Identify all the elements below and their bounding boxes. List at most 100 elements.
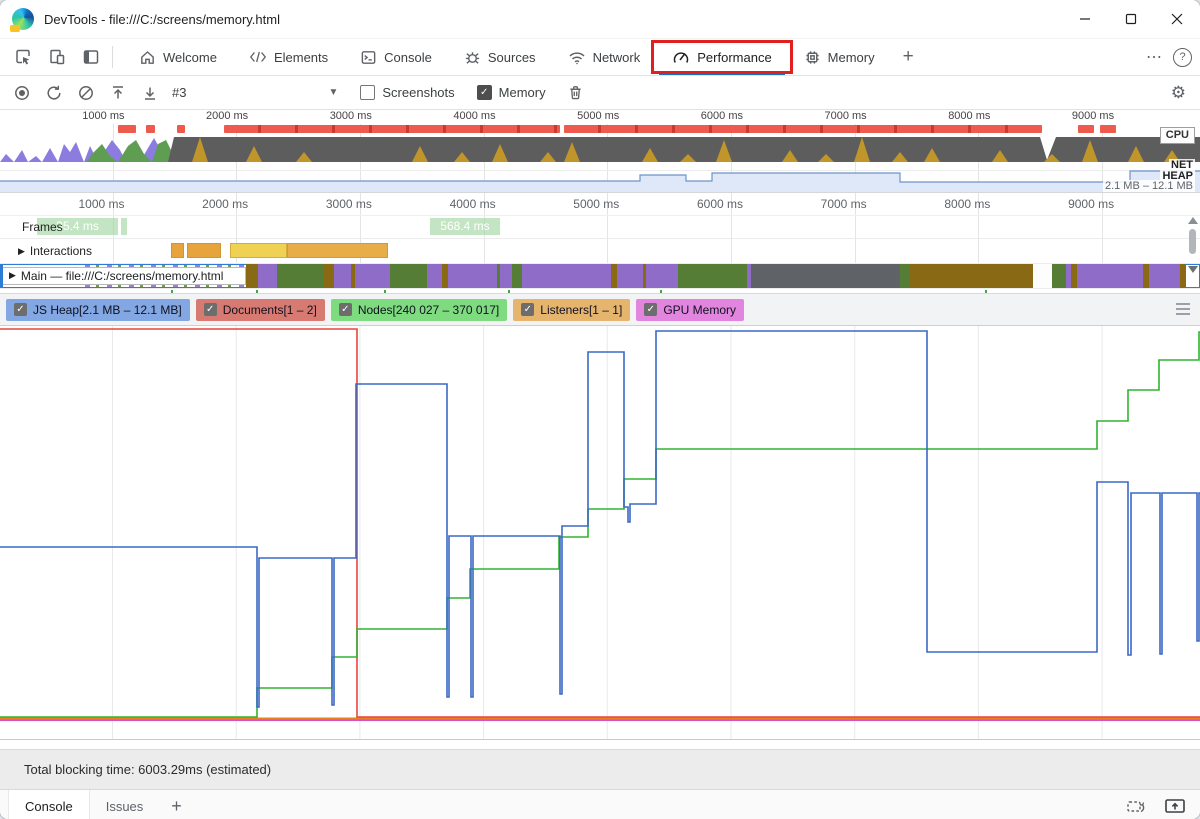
- legend-item-js-heap[interactable]: ✓ JS Heap[2.1 MB – 12.1 MB]: [6, 298, 190, 321]
- scroll-up-icon[interactable]: [1187, 217, 1198, 224]
- ruler-tick: 4000 ms: [449, 197, 496, 211]
- flame-event[interactable]: [246, 264, 258, 288]
- legend-label: GPU Memory: [663, 302, 737, 317]
- tab-label: Memory: [827, 49, 875, 65]
- expand-drawer-icon[interactable]: [1164, 797, 1186, 815]
- legend-checkbox[interactable]: ✓: [14, 303, 27, 316]
- chevron-down-icon[interactable]: ▼: [328, 87, 338, 98]
- inspect-element-icon[interactable]: [6, 42, 40, 72]
- legend-menu-icon[interactable]: [1176, 303, 1190, 318]
- flame-event[interactable]: [1033, 264, 1052, 288]
- help-button[interactable]: ?: [1173, 47, 1192, 67]
- tracks-scrollbar[interactable]: [1186, 215, 1199, 285]
- clear-recording-button[interactable]: [70, 79, 102, 107]
- load-profile-button[interactable]: [102, 79, 134, 107]
- memory-checkbox[interactable]: ✓ Memory: [476, 85, 546, 100]
- legend-item-documents[interactable]: ✓ Documents[1 – 2]: [195, 298, 325, 321]
- flame-event[interactable]: [678, 264, 747, 288]
- flame-event[interactable]: [1077, 264, 1143, 288]
- more-options-button[interactable]: ⋯: [1146, 47, 1163, 67]
- close-button[interactable]: [1154, 0, 1200, 38]
- legend-item-listeners[interactable]: ✓ Listeners[1 – 1]: [513, 298, 631, 321]
- flame-event[interactable]: [390, 264, 427, 288]
- flame-event[interactable]: [277, 264, 324, 288]
- flame-event[interactable]: [427, 264, 442, 288]
- legend-checkbox[interactable]: ✓: [338, 303, 352, 316]
- flame-event[interactable]: [1052, 264, 1066, 288]
- minimize-button[interactable]: [1062, 0, 1108, 38]
- ruler-tick: 3000 ms: [325, 197, 372, 211]
- flame-event[interactable]: [500, 264, 512, 288]
- tab-sources[interactable]: Sources: [448, 39, 552, 75]
- flame-event[interactable]: [910, 264, 1033, 288]
- main-thread-track[interactable]: ▶ Main — file:///C:/screens/memory.html: [0, 264, 1200, 289]
- drawer-tab-console[interactable]: Console: [8, 790, 90, 819]
- legend-checkbox[interactable]: ✓: [203, 303, 217, 316]
- emulation-reset-icon[interactable]: [1126, 798, 1146, 815]
- flame-event[interactable]: [900, 264, 910, 288]
- legend-item-gpu[interactable]: ✓ GPU Memory: [636, 298, 745, 321]
- flame-event[interactable]: [334, 264, 351, 288]
- devtools-tab-bar: Welcome Elements Console Sources Network…: [0, 38, 1200, 76]
- checkbox-unchecked-icon[interactable]: [360, 85, 376, 100]
- device-emulation-icon[interactable]: [40, 42, 74, 72]
- performance-gauge-icon: [672, 49, 690, 65]
- tab-memory[interactable]: Memory: [788, 39, 891, 75]
- main-track-label: Main — file:///C:/screens/memory.html: [20, 269, 224, 283]
- memory-counters-chart[interactable]: [0, 326, 1200, 740]
- interactions-track-label: Interactions: [29, 244, 92, 258]
- checkbox-checked-icon[interactable]: ✓: [476, 85, 492, 100]
- legend-checkbox[interactable]: ✓: [644, 303, 658, 316]
- legend-item-nodes[interactable]: ✓ Nodes[240 027 – 370 017]: [330, 298, 508, 321]
- capture-settings-gear-icon[interactable]: ⚙: [1171, 83, 1186, 103]
- dev-badge-icon: [10, 25, 20, 32]
- trash-icon[interactable]: [560, 79, 592, 107]
- maximize-button[interactable]: [1108, 0, 1154, 38]
- main-track-label-box[interactable]: ▶ Main — file:///C:/screens/memory.html: [2, 267, 246, 285]
- tab-performance[interactable]: Performance: [651, 39, 793, 75]
- add-drawer-tab-button[interactable]: +: [159, 790, 194, 819]
- ruler-tick: 5000 ms: [577, 110, 620, 122]
- activity-bar-layout-icon[interactable]: [74, 42, 108, 72]
- more-tabs-button[interactable]: +: [891, 39, 926, 75]
- flame-event[interactable]: [448, 264, 497, 288]
- status-bar: Total blocking time: 6003.29ms (estimate…: [0, 749, 1200, 790]
- reload-and-record-button[interactable]: [38, 79, 70, 107]
- flame-event[interactable]: [355, 264, 390, 288]
- timeline-overview[interactable]: 1000 ms 2000 ms 3000 ms 4000 ms 5000 ms 6000 …: [0, 110, 1200, 193]
- tab-welcome[interactable]: Welcome: [123, 39, 233, 75]
- flame-event[interactable]: [751, 264, 900, 288]
- memory-counters-legend: ✓ JS Heap[2.1 MB – 12.1 MB] ✓ Documents[1 –…: [0, 293, 1200, 326]
- interactions-track[interactable]: ▶ Interactions: [0, 239, 1200, 264]
- flame-event[interactable]: [646, 264, 678, 288]
- flame-event[interactable]: [522, 264, 611, 288]
- ruler-tick: 2000 ms: [205, 110, 249, 122]
- expander-triangle-icon[interactable]: ▶: [9, 270, 16, 281]
- long-task-marker: [1078, 125, 1094, 133]
- home-icon: [139, 49, 156, 66]
- flame-event[interactable]: [1149, 264, 1180, 288]
- record-button[interactable]: [6, 79, 38, 107]
- bug-icon: [464, 49, 481, 66]
- scrollbar-thumb[interactable]: [1189, 229, 1196, 254]
- drawer-tab-issues[interactable]: Issues: [90, 790, 160, 819]
- flame-event[interactable]: [324, 264, 334, 288]
- flame-event[interactable]: [617, 264, 643, 288]
- series-nodes: [0, 331, 1200, 718]
- screenshots-label: Screenshots: [382, 85, 455, 100]
- selected-track-accent: [0, 264, 3, 288]
- scroll-down-icon[interactable]: [1187, 266, 1198, 273]
- ruler-tick: 2000 ms: [202, 197, 249, 211]
- expander-triangle-icon[interactable]: ▶: [18, 239, 25, 263]
- tab-console[interactable]: Console: [344, 39, 448, 75]
- session-selector-value[interactable]: #3: [172, 85, 186, 100]
- frames-track[interactable]: Frames 35.4 ms 568.4 ms: [0, 216, 1200, 239]
- flame-event[interactable]: [512, 264, 522, 288]
- tab-elements[interactable]: Elements: [233, 39, 344, 75]
- screenshots-checkbox[interactable]: Screenshots: [360, 85, 455, 100]
- save-profile-button[interactable]: [134, 79, 166, 107]
- legend-checkbox[interactable]: ✓: [521, 303, 535, 316]
- drawer-tab-bar: Console Issues +: [0, 790, 1200, 819]
- flame-event[interactable]: [258, 264, 277, 288]
- tab-network[interactable]: Network: [552, 39, 657, 75]
